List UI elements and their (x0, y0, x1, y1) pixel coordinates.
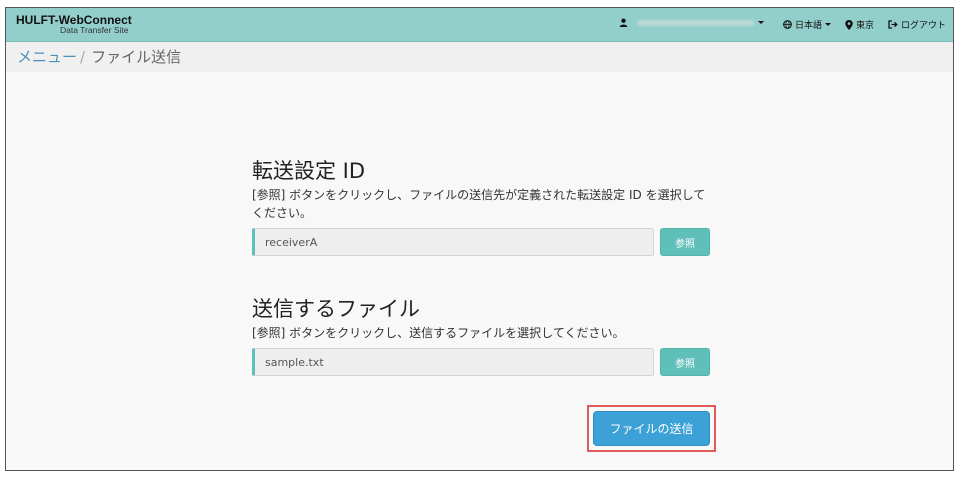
brand-subtitle: Data Transfer Site (60, 25, 129, 35)
chevron-down-icon (758, 21, 764, 24)
transfer-setting-section: 転送設定 ID [参照] ボタンをクリックし、ファイルの送信先が定義された転送設… (252, 158, 712, 258)
breadcrumb-separator: / (80, 48, 86, 66)
transfer-setting-title: 転送設定 ID (252, 159, 366, 183)
logout-label: ログアウト (901, 21, 947, 31)
transfer-setting-browse-button[interactable]: 参照 (660, 228, 710, 256)
send-button-highlight: ファイルの送信 (587, 405, 716, 452)
map-marker-icon (845, 19, 853, 30)
chevron-down-icon (825, 23, 832, 26)
logout-icon (888, 20, 898, 29)
send-file-title: 送信するファイル (252, 297, 420, 321)
send-file-browse-button[interactable]: 参照 (660, 348, 710, 376)
region-link[interactable]: 東京 (845, 18, 874, 31)
send-file-description: [参照] ボタンをクリックし、送信するファイルを選択してください。 (252, 326, 625, 340)
send-file-row: 参照 (252, 348, 712, 378)
language-menu[interactable]: 日本語 (783, 18, 832, 31)
transfer-setting-id-field[interactable] (252, 228, 654, 256)
breadcrumb-current: ファイル送信 (91, 48, 182, 66)
breadcrumb: メニュー / ファイル送信 (6, 42, 953, 72)
user-icon (619, 18, 628, 27)
user-name-redacted (637, 19, 755, 26)
top-navbar: HULFT-WebConnect Data Transfer Site 日本語 (6, 8, 953, 42)
brand-logo[interactable]: HULFT-WebConnect Data Transfer Site (16, 13, 146, 39)
transfer-setting-description: [参照] ボタンをクリックし、ファイルの送信先が定義された転送設定 ID を選択… (252, 188, 706, 220)
app-window: HULFT-WebConnect Data Transfer Site 日本語 (5, 7, 954, 471)
globe-icon (783, 20, 792, 29)
transfer-setting-row: 参照 (252, 228, 712, 258)
send-file-button[interactable]: ファイルの送信 (593, 411, 710, 446)
language-label: 日本語 (795, 21, 823, 31)
logout-link[interactable]: ログアウト (888, 18, 946, 31)
region-label: 東京 (856, 21, 875, 31)
user-menu[interactable] (619, 18, 764, 27)
send-file-field[interactable] (252, 348, 654, 376)
send-file-section: 送信するファイル [参照] ボタンをクリックし、送信するファイルを選択してくださ… (252, 296, 712, 378)
breadcrumb-menu-link[interactable]: メニュー (17, 48, 77, 66)
